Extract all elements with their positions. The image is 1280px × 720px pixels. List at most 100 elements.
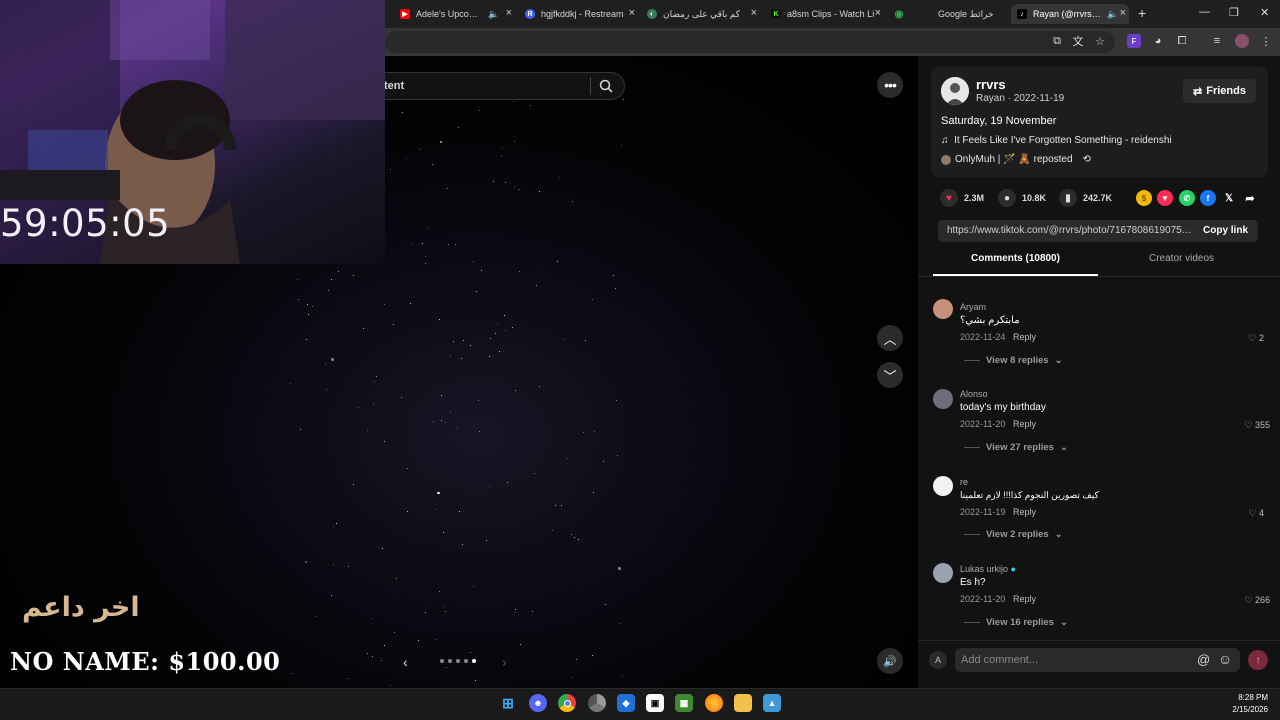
comment-avatar[interactable] (933, 563, 953, 583)
like-button[interactable]: ♥ 2.3M (940, 189, 984, 207)
webcam-overlay: 59:05:05 (0, 0, 385, 264)
close-tab-icon[interactable]: × (629, 7, 635, 19)
discord-icon[interactable]: ☻ (529, 694, 547, 712)
next-video-button[interactable]: ﹀ (877, 362, 903, 388)
repost-avatar[interactable] (941, 154, 951, 165)
comment-button[interactable]: ● 10.8K (998, 189, 1046, 207)
taskbar-time[interactable]: 8:28 PM (1230, 693, 1268, 702)
translate-icon[interactable]: 文 (1071, 34, 1085, 48)
comment-like-button[interactable]: ♡ 266 (1220, 595, 1270, 606)
new-tab-button[interactable]: + (1138, 5, 1146, 21)
tiktok-share-icon[interactable]: ▼ (1157, 190, 1173, 206)
comment-avatar[interactable] (933, 476, 953, 496)
comment-reply-button[interactable]: Reply (1013, 332, 1036, 342)
view-replies-button[interactable]: View 27 replies ⌄ (964, 442, 1068, 453)
firefox-icon[interactable] (705, 694, 723, 712)
view-replies-button[interactable]: View 2 replies ⌄ (964, 529, 1063, 540)
comment-author[interactable]: Lukas urkijo ● (960, 564, 1016, 574)
carousel-prev-button[interactable]: ‹ (403, 654, 408, 670)
speaker-icon[interactable]: 🔈 (1107, 9, 1118, 20)
star-dot (612, 275, 614, 277)
cast-icon[interactable]: ⧉ (1050, 34, 1064, 48)
browser-tab-kick[interactable]: K a8sm Clips - Watch Li × (771, 4, 881, 24)
tab-creator-videos[interactable]: Creator videos (1099, 253, 1264, 264)
close-tab-icon[interactable]: × (875, 7, 881, 19)
taskbar-date[interactable]: 2/15/2026 (1222, 705, 1268, 714)
browser-tab-google-maps[interactable]: ◉ Google خرائط (894, 4, 1004, 24)
browser-tab-tiktok[interactable]: ♪ Rayan (@rrvrs) | T 🔈 × (1011, 4, 1129, 24)
comment-reply-button[interactable]: Reply (1013, 419, 1036, 429)
comment-author[interactable]: re (960, 477, 968, 487)
post-link[interactable]: https://www.tiktok.com/@rrvrs/photo/7167… (947, 225, 1192, 236)
comment-reply-button[interactable]: Reply (1013, 594, 1036, 604)
browser-menu-icon[interactable]: ⋮ (1259, 34, 1273, 48)
tab-search-icon[interactable]: ≡ (1210, 34, 1224, 48)
address-bar[interactable] (385, 31, 1115, 53)
profile-avatar-icon[interactable] (1235, 34, 1249, 48)
tab-comments[interactable]: Comments (10800) (933, 253, 1098, 264)
music-title: It Feels Like I've Forgotten Something -… (954, 135, 1172, 146)
mention-icon[interactable]: @ (1197, 652, 1210, 667)
vpn-icon[interactable]: ◆ (617, 694, 635, 712)
friends-button[interactable]: ⇄ Friends (1183, 79, 1256, 103)
author-username[interactable]: rrvrs (976, 77, 1006, 92)
music-info[interactable]: ♫ It Feels Like I've Forgotten Something… (941, 135, 1172, 146)
comment-avatar[interactable] (933, 389, 953, 409)
carousel-dot[interactable] (448, 659, 452, 663)
facebook-icon[interactable]: f (1200, 190, 1216, 206)
restore-button[interactable]: ❐ (1229, 6, 1239, 19)
minimize-button[interactable]: — (1199, 6, 1210, 18)
carousel-dot-active[interactable] (472, 659, 476, 663)
chrome-icon[interactable] (558, 694, 576, 712)
close-tab-icon[interactable]: × (506, 7, 512, 19)
speaker-icon[interactable]: 🔈 (488, 9, 499, 20)
chrome-alt-icon[interactable] (588, 694, 606, 712)
comment-avatar[interactable] (933, 299, 953, 319)
coin-icon[interactable]: $ (1136, 190, 1152, 206)
carousel-dot[interactable] (464, 659, 468, 663)
emoji-icon[interactable]: ☺ (1218, 651, 1232, 667)
bookmark-star-icon[interactable]: ☆ (1093, 34, 1107, 48)
photos-icon[interactable]: ▲ (763, 694, 781, 712)
star-dot (439, 590, 441, 592)
browser-tab-youtube[interactable]: ▶ Adele's Upcoming 🔈 × (400, 4, 512, 24)
save-button[interactable]: ▮ 242.7K (1059, 189, 1112, 207)
windows-start-icon[interactable]: ⊞ (499, 694, 517, 712)
author-avatar[interactable] (941, 77, 969, 105)
browser-tab-ramadan[interactable]: ◐ كم باقي على رمضان × (647, 4, 757, 24)
more-options-icon[interactable]: ••• (877, 72, 903, 98)
minecraft-icon[interactable]: ▦ (675, 694, 693, 712)
carousel-dot[interactable] (456, 659, 460, 663)
view-replies-button[interactable]: View 16 replies ⌄ (964, 617, 1068, 628)
star-dot (374, 380, 376, 382)
comment-author[interactable]: Aryam (960, 302, 986, 312)
whatsapp-icon[interactable]: ✆ (1179, 190, 1195, 206)
user-avatar-icon[interactable]: A (929, 651, 947, 669)
comment-like-button[interactable]: ♡ 355 (1220, 420, 1270, 431)
extension-icon[interactable]: ◕ (1151, 34, 1165, 48)
browser-tab-restream[interactable]: R hgjfkddkj - Restream × (525, 4, 635, 24)
star-dot (347, 677, 349, 679)
carousel-dot[interactable] (440, 659, 444, 663)
comment-like-button[interactable]: ♡ 4 (1214, 508, 1264, 519)
capcut-icon[interactable]: ▣ (646, 694, 664, 712)
share-arrow-icon[interactable]: ➦ (1242, 190, 1258, 206)
comment-reply-button[interactable]: Reply (1013, 507, 1036, 517)
puzzle-extensions-icon[interactable]: ⧠ (1175, 34, 1189, 48)
close-window-button[interactable]: ✕ (1260, 6, 1269, 19)
star-dot (396, 577, 398, 579)
volume-icon[interactable]: 🔊 (877, 648, 903, 674)
view-replies-button[interactable]: View 8 replies ⌄ (964, 355, 1063, 366)
search-icon[interactable] (598, 78, 614, 94)
x-icon[interactable]: 𝕏 (1221, 190, 1237, 206)
carousel-next-button[interactable]: › (502, 654, 507, 670)
previous-video-button[interactable]: ︿ (877, 325, 903, 351)
copy-link-button[interactable]: Copy link (1203, 225, 1248, 236)
comment-like-button[interactable]: ♡ 2 (1214, 333, 1264, 344)
comment-author[interactable]: Alonso (960, 389, 988, 399)
close-tab-icon[interactable]: × (1120, 7, 1126, 19)
post-comment-button[interactable]: ↑ (1248, 650, 1268, 670)
extension-f-icon[interactable]: F (1127, 34, 1141, 48)
file-explorer-icon[interactable] (734, 694, 752, 712)
close-tab-icon[interactable]: × (751, 7, 757, 19)
